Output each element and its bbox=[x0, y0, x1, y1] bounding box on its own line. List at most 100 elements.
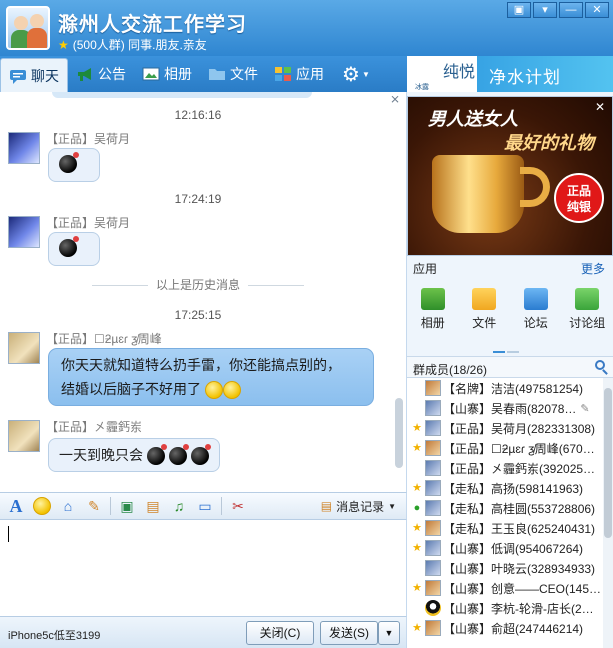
app-discussion[interactable]: 讨论组 bbox=[565, 286, 609, 336]
font-icon[interactable]: A bbox=[6, 496, 26, 516]
member-name: 【名牌】洁洁(497581254) bbox=[443, 381, 584, 396]
doc-icon[interactable]: ▤ bbox=[143, 496, 163, 516]
bomb-emoji-icon bbox=[59, 152, 79, 174]
tab-chat[interactable]: 聊天 bbox=[0, 58, 68, 92]
app-files[interactable]: 文件 bbox=[462, 286, 506, 336]
chat-messages[interactable]: ⨯ 12:16:16 【正品】吴荷月 17:24:19 【正品】吴荷月 以上是历… bbox=[0, 92, 407, 492]
apps-more-link[interactable]: 更多 bbox=[581, 260, 605, 277]
member-list[interactable]: 【名牌】洁洁(497581254) 【山寨】吴春雨(82078… ✎ ★ 【正品】吴荷月… bbox=[407, 378, 603, 648]
star-icon: ★ bbox=[412, 542, 422, 554]
star-icon: ★ bbox=[412, 582, 422, 594]
avatar bbox=[425, 440, 441, 456]
message-history-button[interactable]: ▤ 消息记录 ▼ bbox=[321, 498, 396, 515]
member-row[interactable]: ★ 【走私】王玉良(625240431) bbox=[407, 518, 603, 538]
ad-badge: 正品 纯银 bbox=[554, 173, 604, 223]
avatar[interactable] bbox=[8, 420, 40, 452]
member-row[interactable]: 【山寨】叶晓云(328934933) bbox=[407, 558, 603, 578]
cup-handle-image bbox=[520, 167, 550, 207]
message-timestamp: 17:24:19 bbox=[174, 192, 222, 206]
tab-album[interactable]: 相册 bbox=[134, 58, 200, 90]
member-row[interactable]: ★ 【山寨】低调(954067264) bbox=[407, 538, 603, 558]
avatar bbox=[425, 600, 441, 616]
brand-text: 净水计划 bbox=[489, 68, 561, 87]
member-name: 【山寨】创意——CEO(145… bbox=[443, 581, 602, 596]
member-row[interactable]: ★ 【山寨】俞超(247446214) bbox=[407, 618, 603, 638]
bomb-emoji-icon bbox=[190, 444, 211, 466]
message-input[interactable] bbox=[0, 520, 407, 616]
group-avatar[interactable] bbox=[6, 6, 50, 50]
sender-name: 【正品】☐ƻµɛɾ ƺ̸周峰 bbox=[46, 332, 162, 346]
tab-files[interactable]: 文件 bbox=[200, 58, 266, 90]
minimize-button[interactable]: — bbox=[559, 2, 583, 18]
member-name: 【走私】高扬(598141963) bbox=[443, 481, 584, 496]
flag-spacer bbox=[411, 402, 423, 414]
member-row[interactable]: ● 【走私】高桂圆(553728806) bbox=[407, 498, 603, 518]
skin-button[interactable]: ▣ bbox=[507, 2, 531, 18]
note-icon[interactable]: ✎ bbox=[84, 496, 104, 516]
ad-link[interactable]: iPhone5c低至3199 bbox=[8, 627, 100, 643]
history-divider: 以上是历史消息 bbox=[56, 276, 340, 293]
screen-icon[interactable]: ▭ bbox=[195, 496, 215, 516]
apps-pager[interactable] bbox=[493, 342, 523, 353]
grin-emoji-icon bbox=[222, 381, 241, 400]
tab-apps[interactable]: 应用 bbox=[266, 58, 332, 90]
send-options-button[interactable]: ▼ bbox=[378, 621, 400, 645]
emoji-icon[interactable] bbox=[32, 496, 52, 516]
app-forum[interactable]: 论坛 bbox=[514, 286, 558, 336]
avatar[interactable] bbox=[8, 132, 40, 164]
close-icon[interactable]: ✕ bbox=[592, 99, 608, 115]
flag-spacer bbox=[411, 562, 423, 574]
member-row[interactable]: ★ 【正品】☐ƻµɛɾ ƺ̸周峰(670… bbox=[407, 438, 603, 458]
member-name: 【走私】高桂圆(553728806) bbox=[443, 501, 596, 516]
ad-headline: 男人送女人 bbox=[428, 109, 518, 129]
shake-icon[interactable]: ⌂ bbox=[58, 496, 78, 516]
tab-announcement[interactable]: 公告 bbox=[68, 58, 134, 90]
avatar[interactable] bbox=[8, 216, 40, 248]
member-scrollbar[interactable] bbox=[603, 378, 613, 648]
member-name: 【正品】☐ƻµɛɾ ƺ̸周峰(670… bbox=[443, 441, 595, 456]
member-row[interactable]: 【正品】㐅霾鈣岽(392025… bbox=[407, 458, 603, 478]
message-timestamp: 17:25:15 bbox=[174, 308, 222, 322]
chat-scrollbar[interactable] bbox=[395, 98, 403, 490]
previous-message-edge bbox=[52, 92, 312, 98]
member-row[interactable]: 【山寨】吴春雨(82078… ✎ bbox=[407, 398, 603, 418]
chevron-down-icon[interactable]: ▼ bbox=[362, 70, 370, 79]
image-icon[interactable]: ▣ bbox=[117, 496, 137, 516]
member-name: 【山寨】叶晓云(328934933) bbox=[443, 561, 596, 576]
avatar bbox=[425, 620, 441, 636]
member-row[interactable]: ★ 【走私】高扬(598141963) bbox=[407, 478, 603, 498]
bomb-emoji-icon bbox=[146, 444, 167, 466]
ad-banner[interactable]: 男人送女人 最好的礼物 ✕ 正品 纯银 bbox=[407, 96, 613, 256]
avatar bbox=[425, 560, 441, 576]
gear-icon[interactable]: ⚙ bbox=[342, 62, 360, 87]
screenshot-icon[interactable]: ✂ bbox=[228, 496, 248, 516]
main-toolbar: 聊天 公告 相册 文件 应用 ⚙ ▼ bbox=[0, 56, 407, 92]
flag-spacer bbox=[411, 382, 423, 394]
member-row[interactable]: ★ 【正品】吴荷月(282331308) bbox=[407, 418, 603, 438]
menu-button[interactable]: ▾ bbox=[533, 2, 557, 18]
chat-icon bbox=[10, 69, 26, 84]
send-button[interactable]: 发送(S) bbox=[320, 621, 378, 645]
history-icon: ▤ bbox=[320, 499, 333, 513]
music-icon[interactable]: ♫ bbox=[169, 496, 189, 516]
title-bar: 滁州人交流工作学习 ★ (500人群) 同事.朋友.亲友 ▣ ▾ — ✕ bbox=[0, 0, 613, 56]
search-icon[interactable] bbox=[595, 360, 605, 370]
member-name: 【山寨】俞超(247446214) bbox=[443, 621, 584, 636]
member-row[interactable]: ★ 【山寨】创意——CEO(145… bbox=[407, 578, 603, 598]
edit-icon[interactable]: ✎ bbox=[580, 402, 589, 415]
brand-banner[interactable]: 纯悦 冰露 净水计划 bbox=[407, 56, 613, 92]
avatar[interactable] bbox=[8, 332, 40, 364]
bomb-emoji-icon bbox=[168, 444, 189, 466]
app-album[interactable]: 相册 bbox=[411, 286, 455, 336]
avatar bbox=[425, 400, 441, 416]
member-row[interactable]: 【山寨】李杭-轮滑-店长(2… bbox=[407, 598, 603, 618]
close-button[interactable]: 关闭(C) bbox=[246, 621, 314, 645]
right-panel: 纯悦 冰露 净水计划 男人送女人 最好的礼物 ✕ 正品 纯银 应用 更多 相册 文件… bbox=[407, 56, 613, 648]
star-icon: ★ bbox=[58, 38, 69, 52]
message-text: 你天天就知道特么扔手雷，你还能搞点别的， bbox=[61, 357, 341, 373]
member-name: 【正品】㐅霾鈣岽(392025… bbox=[443, 461, 596, 476]
member-row[interactable]: 【名牌】洁洁(497581254) bbox=[407, 378, 603, 398]
close-window-button[interactable]: ✕ bbox=[585, 2, 609, 18]
star-icon: ★ bbox=[412, 442, 422, 454]
file-icon bbox=[472, 288, 497, 310]
